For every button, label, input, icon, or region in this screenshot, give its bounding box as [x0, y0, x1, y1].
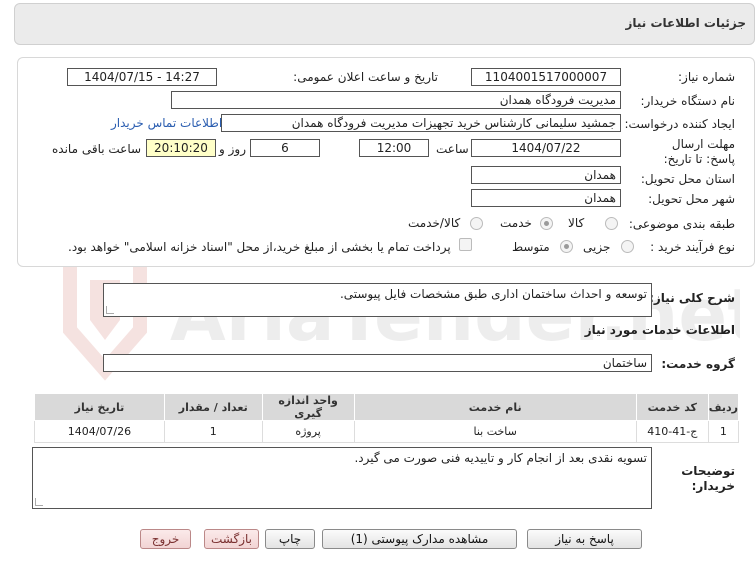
view-attachments-button[interactable]: مشاهده مدارک پیوستی (1): [322, 529, 517, 549]
table-header-row: ردیف کد خدمت نام خدمت واحد اندازه گیری ت…: [34, 393, 740, 421]
description-textarea[interactable]: توسعه و احداث ساختمان اداری طبق مشخصات ف…: [103, 283, 652, 317]
treasury-payment-checkbox[interactable]: [459, 238, 472, 251]
category-service-label: خدمت: [500, 216, 532, 230]
city-label: شهر محل تحویل:: [648, 192, 735, 206]
deadline-time-label: ساعت: [436, 142, 469, 156]
process-medium-label: متوسط: [512, 240, 550, 254]
page-title: جزئیات اطلاعات نیاز: [625, 16, 746, 30]
buyer-org-label: نام دستگاه خریدار:: [640, 94, 736, 108]
process-label: نوع فرآیند خرید :: [650, 240, 735, 254]
remaining-time-label: ساعت باقی مانده: [52, 142, 142, 156]
cell-service-code: ج-41-410: [635, 420, 709, 443]
print-button[interactable]: چاپ: [265, 529, 315, 549]
buyer-contact-link[interactable]: اطلاعات تماس خریدار: [111, 116, 222, 130]
page-header: جزئیات اطلاعات نیاز: [14, 3, 755, 45]
resize-grip-icon[interactable]: [106, 306, 114, 314]
process-partial-label: جزیی: [583, 240, 611, 254]
services-table: ردیف کد خدمت نام خدمت واحد اندازه گیری ت…: [34, 393, 740, 443]
resize-grip-icon[interactable]: [35, 498, 43, 506]
deadline-date-field: 1404/07/22: [471, 139, 621, 157]
service-group-field: ساختمان: [103, 354, 652, 372]
need-number-field: 1104001517000007: [471, 68, 621, 86]
need-number-label: شماره نیاز:: [678, 70, 735, 84]
city-field: همدان: [471, 189, 621, 207]
service-group-label: گروه خدمت:: [661, 357, 735, 371]
reply-button[interactable]: پاسخ به نیاز: [527, 529, 642, 549]
back-button[interactable]: بازگشت: [204, 529, 259, 549]
services-section-title: اطلاعات خدمات مورد نیاز: [584, 323, 735, 337]
col-header-need-date: تاریخ نیاز: [34, 393, 165, 421]
days-remaining-field: 6: [250, 139, 320, 157]
col-header-service-code: کد خدمت: [635, 393, 709, 421]
creator-field: جمشید سلیمانی کارشناس خرید تجهیزات مدیری…: [221, 114, 621, 132]
category-both-label: کالا/خدمت: [408, 216, 461, 230]
process-partial-radio[interactable]: [621, 240, 634, 253]
cell-quantity: 1: [163, 420, 263, 443]
category-label: طبقه بندی موضوعی:: [628, 217, 735, 231]
description-text: توسعه و احداث ساختمان اداری طبق مشخصات ف…: [339, 287, 647, 301]
announce-date-label: تاریخ و ساعت اعلان عمومی:: [293, 70, 438, 84]
province-field: همدان: [471, 166, 621, 184]
category-goods-radio[interactable]: [605, 217, 618, 230]
buyer-notes-text: تسویه نقدی بعد از انجام کار و تاییدیه فن…: [354, 451, 647, 465]
buyer-notes-label: توضیحات خریدار:: [681, 464, 735, 493]
cell-service-name: ساخت بنا: [353, 420, 637, 443]
creator-label: ایجاد کننده درخواست:: [624, 117, 735, 131]
province-label: استان محل تحویل:: [640, 172, 735, 186]
exit-button[interactable]: خروج: [140, 529, 191, 549]
cell-unit: پروژه: [261, 420, 355, 443]
deadline-label: مهلت ارسال پاسخ: تا تاریخ:: [663, 137, 735, 166]
buyer-org-field: مدیریت فرودگاه همدان: [171, 91, 621, 109]
cell-row-number: 1: [707, 420, 740, 443]
treasury-payment-note: پرداخت تمام یا بخشی از مبلغ خرید،از محل …: [68, 240, 451, 254]
description-label: شرح کلی نیاز:: [649, 291, 735, 305]
col-header-service-name: نام خدمت: [353, 393, 637, 421]
table-row: 1 ج-41-410 ساخت بنا پروژه 1 1404/07/26: [34, 420, 740, 443]
col-header-row-number: ردیف: [707, 393, 740, 421]
announce-date-field: 1404/07/15 - 14:27: [67, 68, 217, 86]
col-header-quantity: تعداد / مقدار: [163, 393, 263, 421]
category-goods-label: کالا: [568, 216, 585, 230]
category-service-radio[interactable]: [540, 217, 553, 230]
process-medium-radio[interactable]: [560, 240, 573, 253]
cell-need-date: 1404/07/26: [34, 420, 165, 443]
category-both-radio[interactable]: [470, 217, 483, 230]
remaining-time-field: 20:10:20: [146, 139, 216, 157]
col-header-unit: واحد اندازه گیری: [261, 393, 355, 421]
deadline-time-field: 12:00: [359, 139, 429, 157]
days-label: روز و: [219, 142, 246, 156]
buyer-notes-textarea[interactable]: تسویه نقدی بعد از انجام کار و تاییدیه فن…: [32, 447, 652, 509]
